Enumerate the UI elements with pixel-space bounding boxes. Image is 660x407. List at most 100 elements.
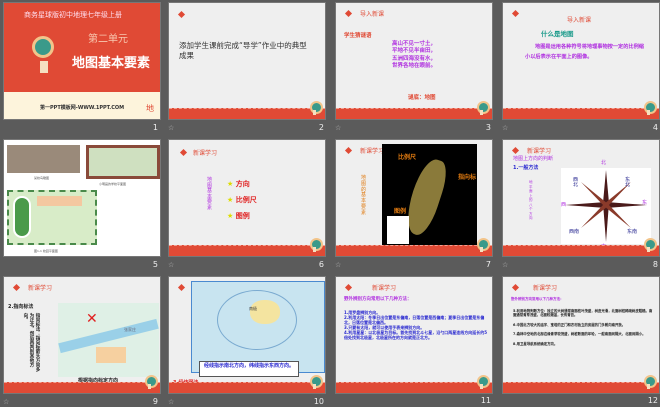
slide-thumb-2[interactable]: 添加学生课前完成“导学”作业中的典型成果 xyxy=(168,2,326,120)
globe-icon xyxy=(310,101,323,115)
globe-icon xyxy=(644,101,657,115)
slide-number: 7 xyxy=(485,260,491,269)
animation-icon[interactable]: ☆ xyxy=(335,124,341,132)
slide-thumb-8[interactable]: 新课学习 地图上方向的判断 1.一般方法 地平面上的八个方向 北 东北 东 东南… xyxy=(502,139,660,257)
slide-number: 3 xyxy=(485,123,491,132)
globe-icon xyxy=(477,375,490,389)
taiwan-map-image xyxy=(382,144,477,248)
slide-heading: 导入新课 xyxy=(567,17,592,24)
direction-label: 北 xyxy=(601,160,607,166)
village-label: 张家庄 xyxy=(124,327,136,332)
globe-stand-icon xyxy=(40,61,48,73)
slide-heading: 新课学习 xyxy=(193,150,218,157)
callout-box: 经线指示南北方向，纬线指示东西方向。 xyxy=(199,361,299,377)
logo-mark: 地 xyxy=(146,104,154,113)
globe-icon xyxy=(145,375,158,389)
animation-icon[interactable]: ☆ xyxy=(502,261,508,269)
method-text: 指向标法：指向标箭头方向多为正北，然后再判别其他方向。 xyxy=(22,313,40,372)
slide-number: 10 xyxy=(313,397,324,406)
campus-plan-image xyxy=(86,145,160,179)
riddle-line: 平地不见半亩田， xyxy=(392,48,437,55)
slide-title: 地图基本要素 xyxy=(72,56,151,71)
riddle-line: 世界各地在眼前。 xyxy=(392,63,437,70)
slide-heading: 新课学习 xyxy=(360,148,385,155)
method-line: 6.中国北方较大的庙宇、宝塔的正门和农村独立的房屋的门多朝向南开放。 xyxy=(513,322,626,327)
slide-number: 6 xyxy=(318,260,324,269)
question: 什么是地图 xyxy=(541,30,574,38)
method-line: 4.利用星星：以北极星为目标。首先找到北斗七星，沿勺口两星连线方向延长约5倍处找… xyxy=(344,330,488,340)
direction-label: 东北 xyxy=(625,177,631,188)
animation-icon[interactable]: ☆ xyxy=(168,261,174,269)
campus-aerial-image xyxy=(7,145,80,173)
slide-heading: 新课学习 xyxy=(533,285,558,292)
slide-thumb-12[interactable]: 新课学习 野外辨别方向常用以下几种方法： 5.利用地物判断方位：独立的大树通常南… xyxy=(502,276,660,394)
animation-icon[interactable]: ☆ xyxy=(168,124,174,132)
bullet: 2.指向标法 xyxy=(8,304,34,310)
caption: 图1-1 校园平面图 xyxy=(34,249,58,253)
method-line: 8.用卫星导航系统确定方向。 xyxy=(513,341,558,346)
slide-number: 5 xyxy=(152,260,158,269)
animation-icon[interactable]: ☆ xyxy=(168,398,174,406)
slide-thumb-5[interactable]: 某校鸟瞰图 小明画的学校平面图 图1-1 校园平面图 xyxy=(3,139,161,257)
slide-number: 1 xyxy=(152,123,158,132)
slide-thumb-10[interactable]: 南极 经线指示南北方向，纬线指示东西方向。 3.经纬网法 xyxy=(168,276,326,394)
globe-icon xyxy=(477,101,490,115)
slide-thumb-9[interactable]: 新课学习 2.指向标法 指向标法：指向标箭头方向多为正北，然后再判别其他方向。 … xyxy=(3,276,161,394)
legend-label: 图例 xyxy=(394,208,407,215)
animation-icon[interactable]: ☆ xyxy=(3,398,9,406)
slide-thumb-1[interactable]: 商务星球版初中地理七年级上册 第二单元 地图基本要素 第一PPT模板网-WWW.… xyxy=(3,2,161,120)
pole-label: 南极 xyxy=(249,306,257,311)
slide-heading: 新课学习 xyxy=(527,148,552,155)
sub-heading: 学生猜谜语 xyxy=(344,33,372,39)
element-item: 比例尺 xyxy=(235,196,257,205)
direction-label: 东南 xyxy=(627,229,638,235)
north-label: 指向标 xyxy=(458,174,477,181)
side-title: 地平面上的八个方向 xyxy=(529,180,533,221)
slide-heading: 新课学习 xyxy=(28,285,53,292)
slide-thumb-3[interactable]: 导入新课 学生猜谜语 高山不见一寸土， 平地不见半亩田， 五洲四海没有水， 世界… xyxy=(335,2,493,120)
slide-number: 2 xyxy=(318,123,324,132)
lead-text: 野外辨别方向常用以下几种方法： xyxy=(511,297,564,301)
slide-number: 4 xyxy=(652,123,658,132)
bullet: 1.一般方法 xyxy=(513,165,539,171)
method-line: 5.利用地物判断方位：独立的大树通常南面枝叶茂盛，树皮光滑，北面树枝稀疏树皮粗糙… xyxy=(513,309,653,318)
direction-label: 西 xyxy=(561,202,567,208)
globe-icon xyxy=(477,238,490,252)
element-item: 图例 xyxy=(235,212,250,221)
direction-label: 西南 xyxy=(569,229,580,235)
slide-heading: 新课学习 xyxy=(372,285,397,292)
slide-thumb-7[interactable]: 新课学习 地图的基本要素 比例尺 指向标 图例 xyxy=(335,139,493,257)
definition: 地图是运用各种符号将地理事物按一定的比例缩小以后表示在平面上的图像。 xyxy=(525,44,644,60)
direction-label: 东 xyxy=(642,200,648,206)
answer: 谜底：地图 xyxy=(408,95,436,101)
element-item: 方向 xyxy=(235,180,250,188)
bullet: 地图上方向的判断 xyxy=(513,156,554,162)
slide-thumb-11[interactable]: 新课学习 野外辨别方向常用以下几种方法： 1.用罗盘辨别方向。 2.利用太阳：冬… xyxy=(335,276,493,394)
direction-label: 西北 xyxy=(573,177,579,188)
campus-map-image xyxy=(7,190,97,245)
side-title: 地图基本要素 xyxy=(207,177,213,211)
method-line: 2.利用太阳：冬季日出位置是东偏南，日落位置是西偏南；夏季日出位置是东偏北，日落… xyxy=(344,315,485,325)
globe-icon xyxy=(32,36,54,58)
slide-thumb-6[interactable]: 新课学习 地图基本要素 ★ 方向 ★ 比例尺 ★ 图例 xyxy=(168,139,326,257)
star-icon: ★ xyxy=(227,180,234,188)
village-map-image: ✕ xyxy=(58,303,159,377)
globe-icon xyxy=(644,238,657,252)
slide-number: 8 xyxy=(652,260,658,269)
caption: 某校鸟瞰图 xyxy=(34,176,50,180)
cross-mark-icon: ✕ xyxy=(86,311,98,327)
globe-icon xyxy=(644,375,657,389)
slide-number: 9 xyxy=(152,397,158,406)
antarctic-map-image xyxy=(191,281,325,373)
unit-label: 第二单元 xyxy=(88,34,128,45)
caption: 小明画的学校平面图 xyxy=(99,182,127,186)
animation-icon[interactable]: ☆ xyxy=(335,261,341,269)
star-icon: ★ xyxy=(227,196,234,205)
star-icon: ★ xyxy=(227,212,234,221)
slide-number: 11 xyxy=(480,396,491,405)
course-title: 商务星球版初中地理七年级上册 xyxy=(24,11,122,19)
method-line: 7.森林中空地的北部边缘青草较茂盛，树桩断面的年轮，一般南面间隔大，北面间隔小。 xyxy=(513,332,646,337)
slide-thumb-4[interactable]: 导入新课 什么是地图 地图是运用各种符号将地理事物按一定的比例缩小以后表示在平面… xyxy=(502,2,660,120)
animation-icon[interactable]: ☆ xyxy=(502,124,508,132)
globe-icon xyxy=(310,238,323,252)
